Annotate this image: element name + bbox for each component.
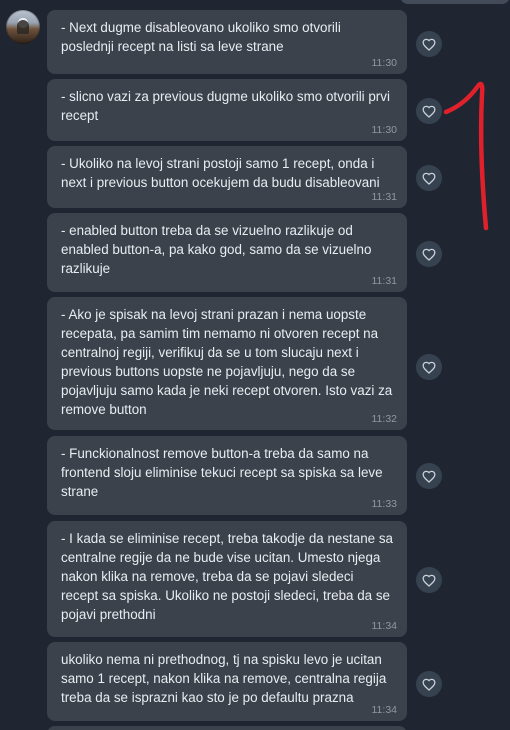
chat-thread: - Next dugme disableovano ukoliko smo ot… xyxy=(0,0,510,730)
message-text: - Ako je spisak na levoj strani prazan i… xyxy=(61,307,393,417)
message-bubble[interactable]: - Next dugme disableovano ukoliko smo ot… xyxy=(47,10,407,74)
message-text: - Ukoliko na levoj strani postoji samo 1… xyxy=(61,156,380,190)
message-text: ukoliko nema ni prethodnog, tj na spisku… xyxy=(61,652,387,705)
message-time: 11:30 xyxy=(371,124,398,136)
message-bubble[interactable]: - enabled button treba da se vizuelno ra… xyxy=(47,213,407,292)
message-bubble[interactable]: - I kada se eliminise recept, treba tako… xyxy=(47,521,407,637)
message-time: 11:34 xyxy=(371,704,398,716)
heart-icon[interactable] xyxy=(416,31,442,57)
message-time: 11:33 xyxy=(371,498,398,510)
message-bubble[interactable] xyxy=(47,726,407,730)
message-text: - enabled button treba da se vizuelno ra… xyxy=(61,223,372,276)
heart-icon[interactable] xyxy=(416,671,442,697)
message-time: 11:34 xyxy=(371,620,398,632)
message-text: - Next dugme disableovano ukoliko smo ot… xyxy=(61,20,341,54)
message-time: 11:31 xyxy=(371,275,398,287)
message-time: 11:30 xyxy=(371,57,398,69)
message-bubble[interactable]: - Ako je spisak na levoj strani prazan i… xyxy=(47,297,407,430)
message-bubble[interactable]: - Funckionalnost remove button-a treba d… xyxy=(47,436,407,515)
message-text: - I kada se eliminise recept, treba tako… xyxy=(61,531,393,622)
message-text: - Funckionalnost remove button-a treba d… xyxy=(61,446,383,499)
heart-icon[interactable] xyxy=(416,567,442,593)
red-annotation-mark xyxy=(443,81,489,231)
heart-icon[interactable] xyxy=(416,354,442,380)
message-time: 11:32 xyxy=(371,413,398,425)
avatar[interactable] xyxy=(6,10,40,44)
message-bubble[interactable]: - slicno vazi za previous dugme ukoliko … xyxy=(47,79,407,141)
message-bubble[interactable]: - Ukoliko na levoj strani postoji samo 1… xyxy=(47,146,407,208)
heart-icon[interactable] xyxy=(416,463,442,489)
previous-message-edge xyxy=(400,0,510,4)
message-text: - slicno vazi za previous dugme ukoliko … xyxy=(61,89,390,123)
message-time: 11:31 xyxy=(371,191,398,203)
message-bubble[interactable]: ukoliko nema ni prethodnog, tj na spisku… xyxy=(47,642,407,721)
heart-icon[interactable] xyxy=(416,241,442,267)
